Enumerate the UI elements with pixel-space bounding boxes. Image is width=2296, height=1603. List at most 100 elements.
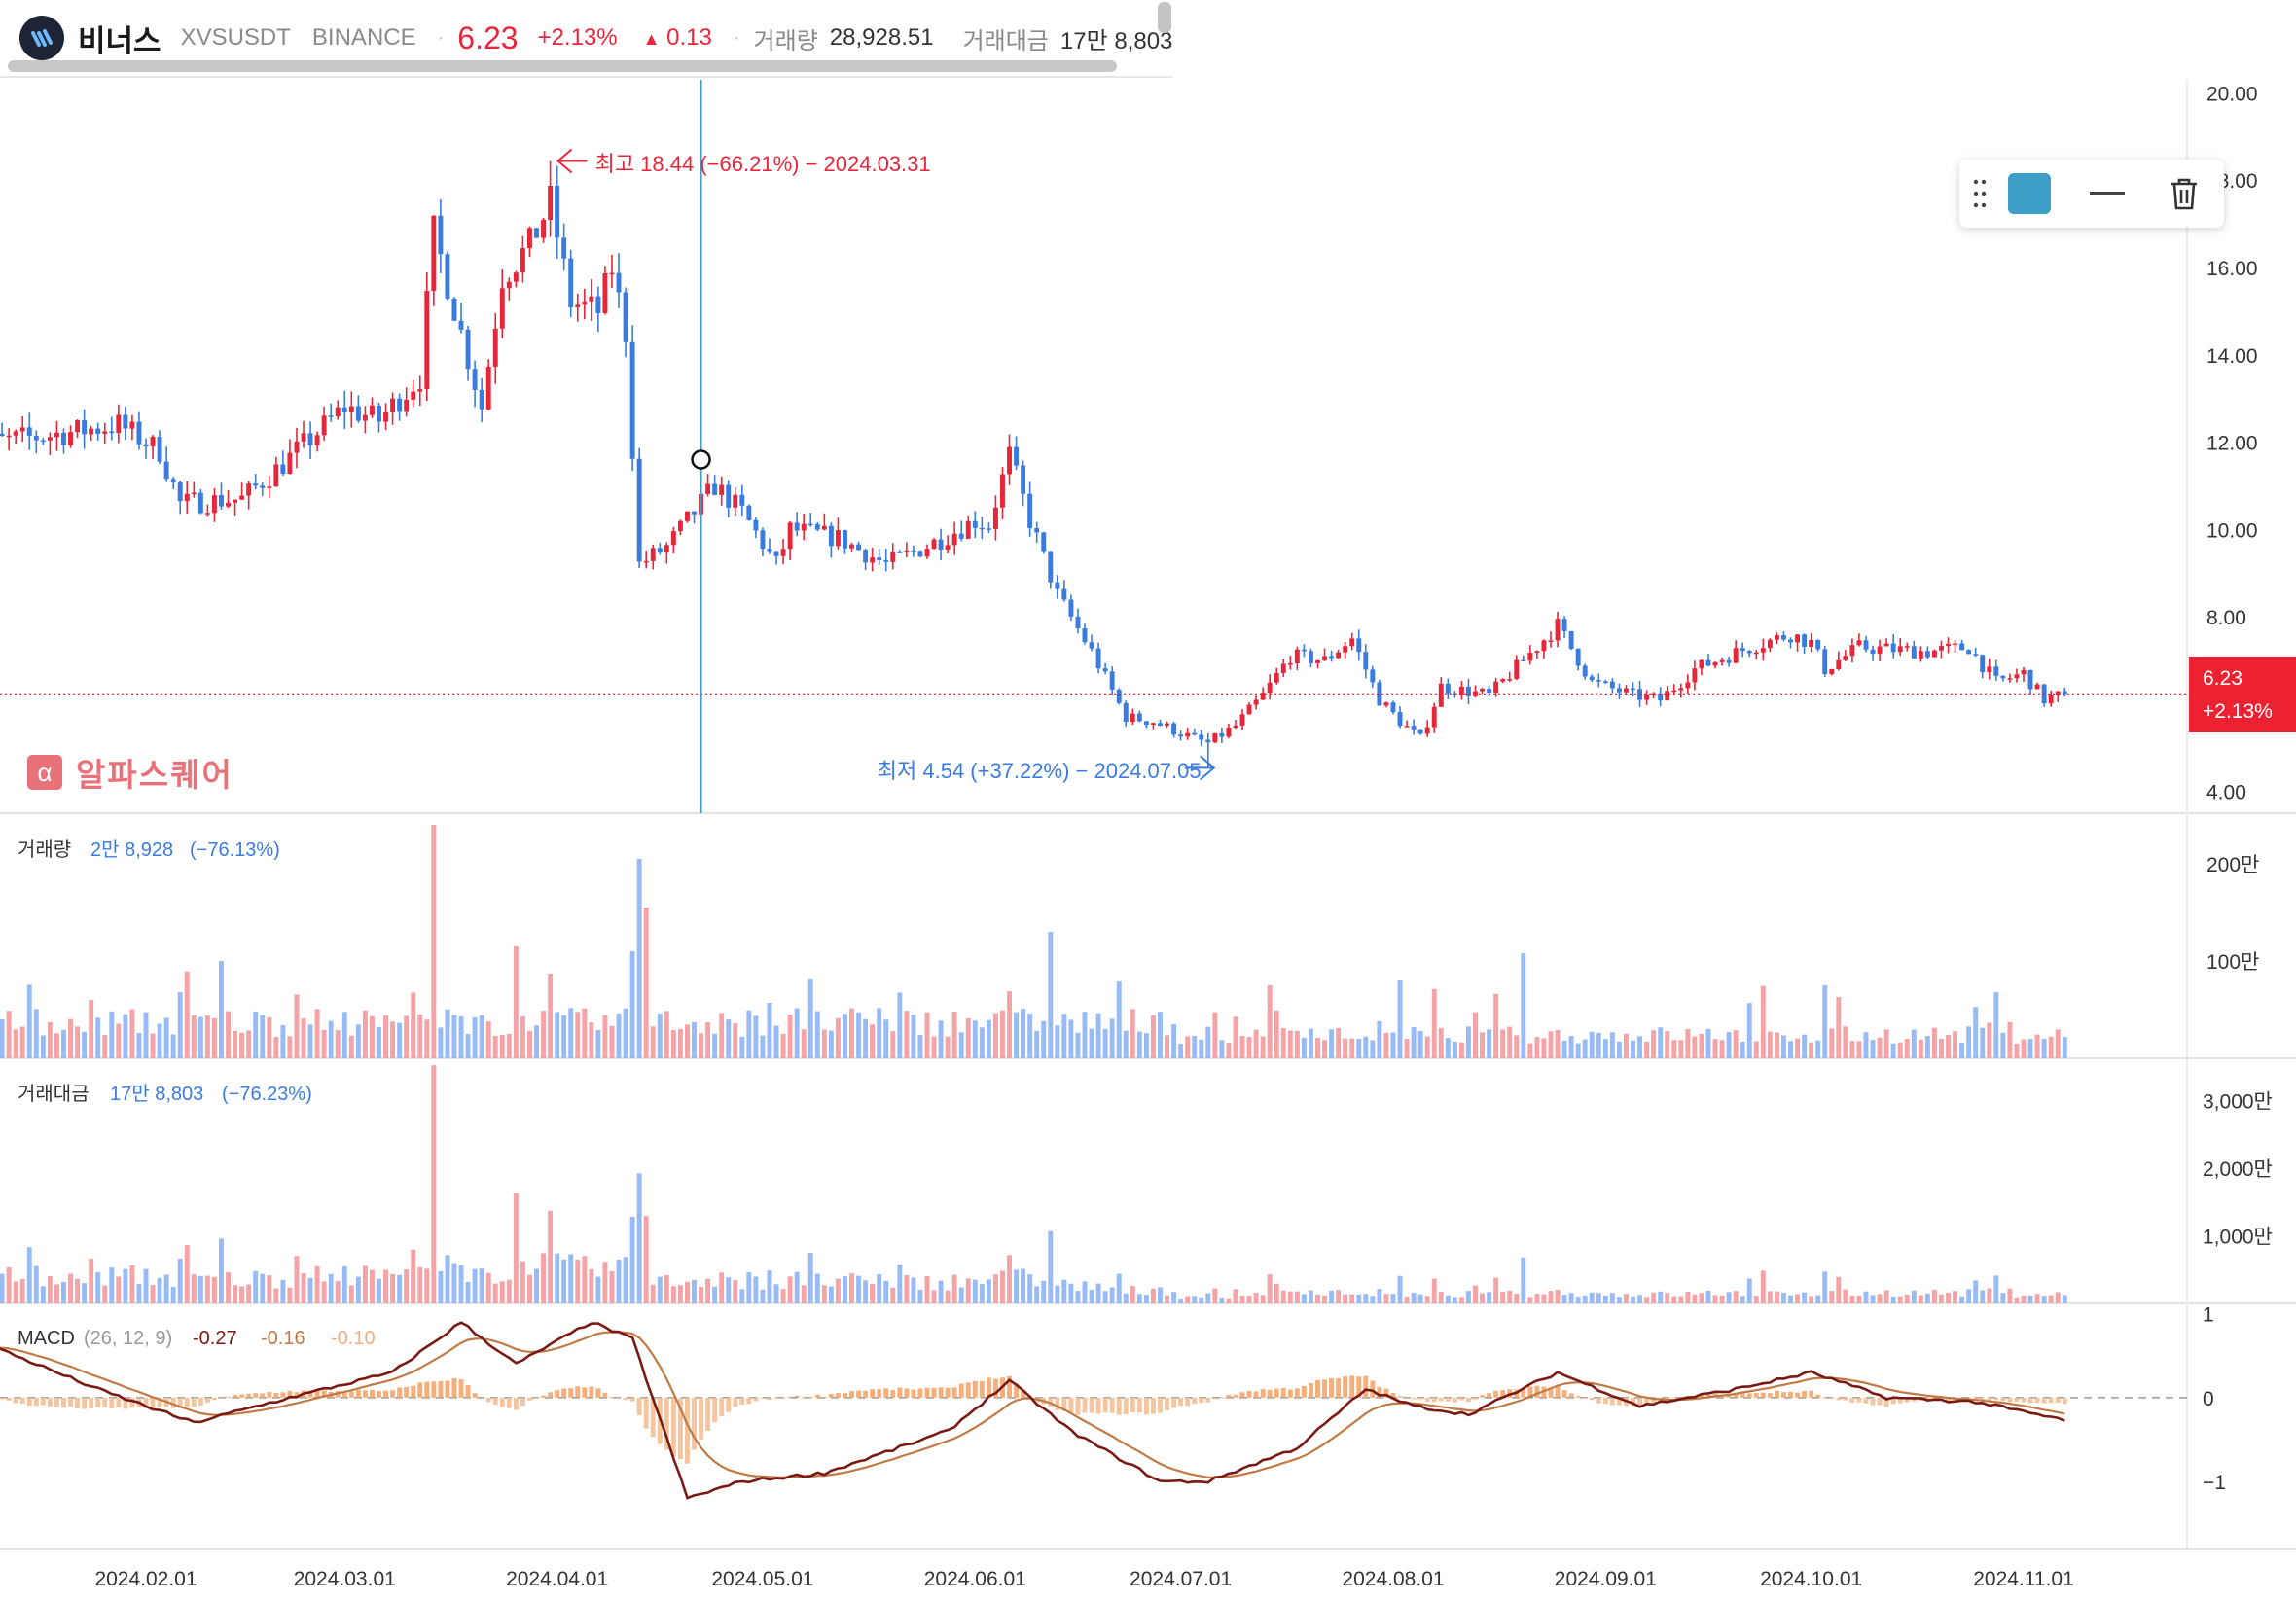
candle [1274, 667, 1279, 685]
turnover-bar [1438, 1291, 1444, 1303]
date-tick-label: 2024.02.01 [94, 1568, 197, 1590]
macd-hist-bar [1199, 1397, 1204, 1404]
volume-bar [13, 1029, 18, 1058]
last-price-value: 6.23 [2203, 667, 2242, 691]
turnover-bar [2041, 1296, 2047, 1303]
candle-body [1877, 646, 1883, 655]
date-tick-label: 2024.04.01 [506, 1568, 608, 1590]
line-color-button[interactable] [2008, 173, 2051, 214]
candle-body [287, 452, 293, 475]
candle-body [191, 492, 197, 495]
turnover-panel-label: 거래대금 [18, 1083, 90, 1105]
volume-bar [1445, 1038, 1451, 1058]
volume-bar [541, 1011, 547, 1058]
volume-bar [513, 946, 519, 1058]
volume-bar [47, 1021, 53, 1058]
candle-body [917, 551, 923, 557]
volume-bar [1527, 1043, 1533, 1058]
candle [1589, 674, 1595, 683]
volume-bar [1041, 1020, 1047, 1058]
candle [1651, 692, 1657, 699]
volume-bar [643, 908, 649, 1058]
turnover-bar [1123, 1293, 1129, 1303]
candle-body [924, 549, 930, 557]
drawing-toolbar [1959, 160, 2224, 228]
candle-body [2000, 675, 2006, 679]
turnover-bar [390, 1273, 396, 1303]
turnover-bar [150, 1284, 156, 1303]
volume-bar [1253, 1029, 1259, 1058]
line-style-icon[interactable] [2090, 192, 2125, 195]
turnover-bar [520, 1261, 525, 1303]
turnover-tick-label: 2,000만 [2203, 1158, 2273, 1181]
macd-hist-bar [767, 1397, 772, 1401]
candle [1719, 657, 1725, 666]
candle-body [1924, 651, 1930, 658]
macd-hist-bar [719, 1397, 725, 1417]
turnover-bar [472, 1268, 478, 1303]
macd-hist-bar [1760, 1392, 1766, 1398]
candle-body [1253, 699, 1259, 705]
turnover-bar [1185, 1296, 1191, 1303]
candle-body [863, 550, 869, 563]
candle-body [1041, 532, 1047, 552]
turnover-bar [1602, 1295, 1608, 1303]
turnover-bar [2034, 1294, 2040, 1303]
turnover-bar [1500, 1291, 1506, 1303]
candle-body [1602, 681, 1608, 683]
candle-body [1082, 627, 1088, 643]
turnover-bar [1356, 1294, 1362, 1303]
candles [0, 160, 2067, 768]
trash-icon[interactable] [2164, 173, 2205, 214]
volume-bar [2041, 1038, 2047, 1058]
volume-bar [1322, 1040, 1327, 1058]
candle [643, 550, 649, 569]
turnover-bar [458, 1265, 464, 1303]
turnover-bar [1712, 1295, 1718, 1303]
candle-body [1404, 726, 1410, 728]
volume-bar [1939, 1038, 1944, 1058]
turnover-bar [650, 1284, 656, 1303]
macd-hist-bar [1363, 1375, 1369, 1398]
candle [1041, 531, 1047, 554]
turnover-bar [1809, 1296, 1814, 1303]
turnover-bar [643, 1216, 649, 1303]
macd-hist-bar [965, 1382, 971, 1398]
macd-hist-bar [1287, 1389, 1293, 1398]
candle-body [1315, 660, 1320, 663]
candle-body [1308, 651, 1313, 663]
grip-icon[interactable] [1973, 177, 1987, 210]
candle-body [958, 533, 964, 539]
turnover-bar [1343, 1294, 1348, 1303]
candle-body [1678, 688, 1684, 691]
macd-hist-bar [1767, 1393, 1773, 1398]
macd-panel-params: (26, 12, 9) [84, 1328, 172, 1349]
macd-hist-bar [1116, 1397, 1122, 1415]
candle-body [1561, 619, 1567, 631]
candle [280, 450, 286, 476]
turnover-bar [1082, 1281, 1088, 1303]
macd-hist-bar [526, 1397, 532, 1401]
last-price-tag: 6.23 +2.13% [2189, 657, 2296, 733]
volume-bar [1753, 1041, 1759, 1058]
volume-bar [719, 1013, 725, 1058]
candle [1829, 668, 1835, 676]
candle-body [424, 291, 430, 390]
volume-bar [595, 1030, 601, 1058]
candle [465, 325, 471, 381]
macd-hist-bar [1308, 1382, 1313, 1398]
turnover-bar [1589, 1292, 1595, 1303]
turnover-bar [1349, 1294, 1355, 1303]
candle [1021, 460, 1026, 507]
candle-body [1226, 728, 1232, 737]
volume-bar [1014, 1012, 1020, 1058]
price-chart[interactable]: 20.0018.0016.0014.0012.0010.008.006.004.… [0, 0, 2296, 1603]
candle-body [1815, 639, 1821, 650]
volume-bar [657, 1014, 663, 1058]
macd-hist-bar [1424, 1397, 1430, 1403]
volume-bar [1534, 1036, 1540, 1058]
candle [801, 513, 807, 541]
turnover-bar [321, 1281, 327, 1303]
candle [335, 400, 341, 420]
candle [1411, 719, 1417, 735]
